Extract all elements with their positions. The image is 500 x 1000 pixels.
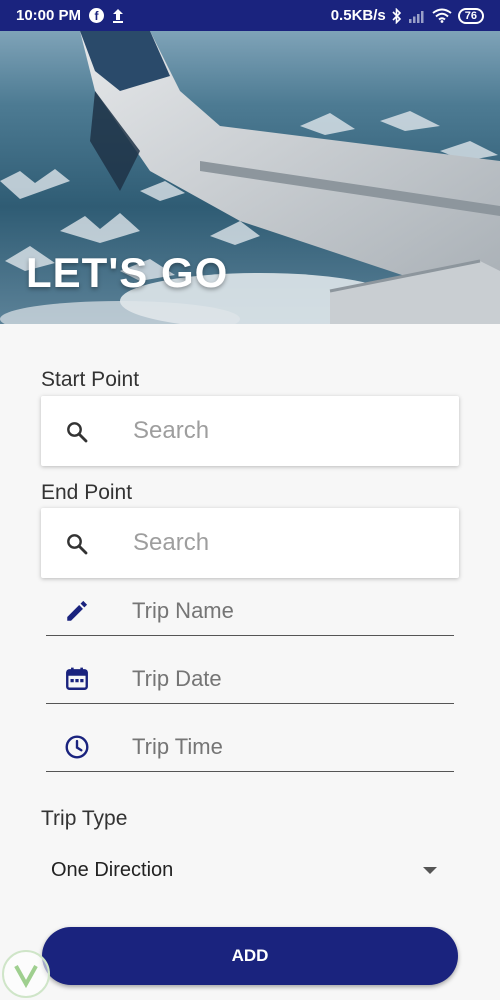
battery-indicator: 76	[457, 7, 484, 24]
bluetooth-icon	[392, 7, 401, 24]
trip-type-dropdown[interactable]: One Direction	[41, 848, 459, 892]
hero-title: LET'S GO	[26, 249, 229, 296]
calendar-icon	[66, 667, 88, 690]
search-icon	[67, 534, 88, 555]
hero-image: LET'S GO	[0, 31, 500, 324]
end-point-input[interactable]	[133, 526, 433, 560]
status-time: 10:00 PM	[16, 7, 82, 24]
trip-time-field[interactable]	[46, 728, 454, 772]
status-bar: 10:00 PM f 0.5KB/s 76	[0, 0, 500, 31]
status-right: 0.5KB/s 76	[331, 7, 484, 24]
signal-icon	[408, 10, 424, 23]
trip-type-selected-value: One Direction	[51, 858, 174, 881]
end-point-search-box[interactable]	[41, 508, 459, 578]
trip-date-field[interactable]	[46, 660, 454, 704]
clock-icon	[65, 735, 89, 759]
trip-type-label: Trip Type	[41, 807, 128, 830]
start-point-search-box[interactable]	[41, 396, 459, 466]
wifi-icon	[432, 8, 452, 23]
start-point-label: Start Point	[41, 368, 140, 391]
trip-name-input[interactable]	[132, 594, 442, 628]
upload-icon	[113, 8, 124, 23]
network-speed: 0.5KB/s	[330, 7, 386, 24]
watermark-logo	[2, 950, 50, 998]
end-point-label: End Point	[41, 481, 133, 504]
status-left: 10:00 PM f	[16, 7, 124, 24]
pencil-icon	[67, 600, 88, 621]
logo-icon	[14, 965, 38, 989]
start-point-input[interactable]	[133, 414, 433, 448]
search-icon	[67, 422, 88, 443]
add-button[interactable]: ADD	[42, 927, 458, 985]
dropdown-arrow-icon	[423, 867, 437, 874]
facebook-icon: f	[89, 8, 105, 23]
trip-name-field[interactable]	[46, 592, 454, 636]
trip-date-input[interactable]	[132, 662, 442, 696]
trip-time-input[interactable]	[132, 730, 442, 764]
